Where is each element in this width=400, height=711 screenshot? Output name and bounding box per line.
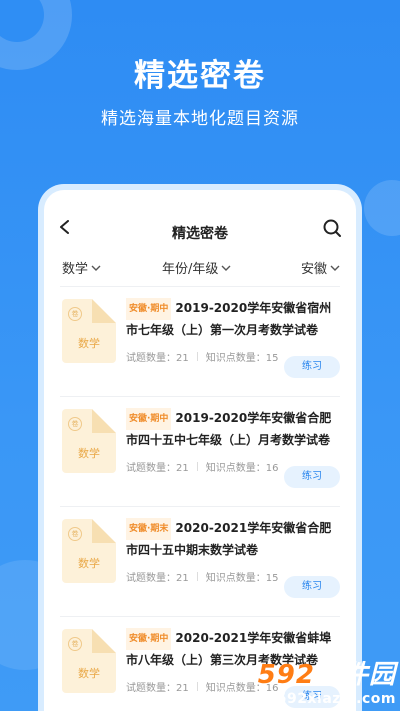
- practice-button[interactable]: 练习: [284, 576, 340, 598]
- region-tag: 安徽·期末: [126, 518, 172, 540]
- decor-circle: [364, 180, 400, 236]
- chevron-down-icon: [91, 265, 101, 271]
- cover-subject: 数学: [78, 337, 100, 350]
- paper-list: 卷 数学 安徽·期中 2019-2020学年安徽省宿州市七年级（上）第一次月考数学…: [44, 286, 356, 711]
- paper-cover: 卷 数学: [62, 629, 116, 693]
- knowledge-count: 知识点数量：15: [205, 353, 279, 364]
- page-title: 精选密卷: [172, 226, 228, 242]
- stamp-icon: 卷: [68, 637, 82, 651]
- watermark-logo-number: 592: [257, 660, 315, 690]
- filter-label: 年份/年级: [162, 262, 219, 277]
- cover-subject: 数学: [78, 667, 100, 680]
- practice-button[interactable]: 练习: [284, 466, 340, 488]
- watermark-url: www.592xiazai.com: [231, 691, 396, 707]
- phone-frame: 精选密卷 数学 年份/年级 安徽 卷 数学 安徽·期中 2019-2020学年安徽…: [38, 184, 362, 711]
- filter-region[interactable]: 安徽: [301, 258, 340, 277]
- list-item[interactable]: 卷 数学 安徽·期中 2019-2020学年安徽省合肥市四十五中七年级（上）月考数…: [60, 396, 340, 506]
- question-count: 试题数量：21: [126, 683, 189, 694]
- cover-subject: 数学: [78, 447, 100, 460]
- hero-subtitle: 精选海量本地化题目资源: [101, 109, 299, 129]
- filter-bar: 数学 年份/年级 安徽: [44, 246, 356, 280]
- stamp-icon: 卷: [68, 307, 82, 321]
- stamp-icon: 卷: [68, 417, 82, 431]
- paper-cover: 卷 数学: [62, 519, 116, 583]
- watermark-logo-text: 软件园: [314, 660, 396, 690]
- filter-year-grade[interactable]: 年份/年级: [162, 258, 231, 277]
- hero-title: 精选密卷: [134, 58, 266, 94]
- paper-title: 安徽·期中 2019-2020学年安徽省宿州市七年级（上）第一次月考数学试卷: [126, 298, 340, 340]
- region-tag: 安徽·期中: [126, 298, 172, 320]
- question-count: 试题数量：21: [126, 463, 189, 474]
- cover-subject: 数学: [78, 557, 100, 570]
- region-tag: 安徽·期中: [126, 408, 172, 430]
- paper-cover: 卷 数学: [62, 409, 116, 473]
- practice-button[interactable]: 练习: [284, 356, 340, 378]
- region-tag: 安徽·期中: [126, 628, 172, 650]
- question-count: 试题数量：21: [126, 353, 189, 364]
- paper-cover: 卷 数学: [62, 299, 116, 363]
- paper-title: 安徽·期中 2019-2020学年安徽省合肥市四十五中七年级（上）月考数学试卷: [126, 408, 340, 450]
- stamp-icon: 卷: [68, 527, 82, 541]
- watermark: 592软件园 www.592xiazai.com: [232, 654, 396, 707]
- list-item[interactable]: 卷 数学 安徽·期中 2019-2020学年安徽省宿州市七年级（上）第一次月考数学…: [60, 286, 340, 396]
- filter-label: 数学: [62, 262, 89, 277]
- question-count: 试题数量：21: [126, 573, 189, 584]
- chevron-down-icon: [221, 265, 231, 271]
- list-item[interactable]: 卷 数学 安徽·期末 2020-2021学年安徽省合肥市四十五中期末数学试卷 试题…: [60, 506, 340, 616]
- top-bar: 精选密卷: [44, 190, 356, 246]
- search-icon[interactable]: [322, 218, 342, 238]
- paper-title: 安徽·期末 2020-2021学年安徽省合肥市四十五中期末数学试卷: [126, 518, 340, 560]
- watermark-logo: 592软件园: [232, 654, 396, 691]
- knowledge-count: 知识点数量：16: [205, 463, 279, 474]
- filter-label: 安徽: [300, 262, 327, 277]
- filter-subject[interactable]: 数学: [62, 258, 101, 277]
- chevron-down-icon: [330, 265, 340, 271]
- knowledge-count: 知识点数量：15: [205, 573, 279, 584]
